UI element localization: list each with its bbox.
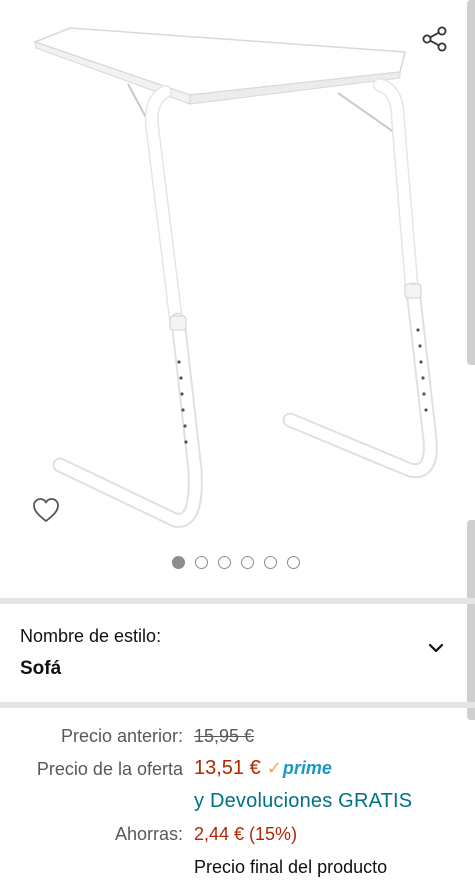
offer-price-value: 13,51 € xyxy=(194,757,261,779)
style-value: Sofá xyxy=(20,658,62,679)
carousel-dot[interactable] xyxy=(171,556,185,569)
section-divider xyxy=(0,702,475,708)
carousel-indicator xyxy=(0,556,475,572)
prime-badge: ✓ prime xyxy=(267,758,332,779)
offer-price-label: Precio de la oferta xyxy=(36,759,183,779)
previous-price-value: 15,95 € xyxy=(194,726,255,746)
style-selector[interactable]: Nombre de estilo: Sofá xyxy=(0,604,475,702)
carousel-dot[interactable] xyxy=(194,556,208,569)
carousel-dot[interactable] xyxy=(240,556,254,569)
scrollbar-thumb[interactable] xyxy=(467,0,475,365)
prime-check-icon: ✓ xyxy=(266,758,282,778)
share-icon xyxy=(422,26,447,52)
final-price-note: Precio final del producto xyxy=(194,857,388,877)
share-button[interactable] xyxy=(418,22,452,56)
product-image[interactable] xyxy=(0,0,475,545)
savings-value: 2,44 € (15%) xyxy=(194,824,298,844)
prime-label: prime xyxy=(282,758,332,778)
previous-price-label: Precio anterior: xyxy=(60,726,183,746)
chevron-down-icon[interactable] xyxy=(424,636,448,660)
carousel-dot[interactable] xyxy=(286,556,300,569)
free-returns-link[interactable]: y Devoluciones GRATIS xyxy=(194,790,412,813)
carousel-dot[interactable] xyxy=(217,556,231,569)
carousel-dot[interactable] xyxy=(263,556,277,569)
product-image-gallery[interactable] xyxy=(0,0,475,545)
heart-icon xyxy=(33,498,59,522)
wishlist-button[interactable] xyxy=(28,492,64,528)
savings-label: Ahorras: xyxy=(114,824,183,844)
style-label: Nombre de estilo: xyxy=(20,626,162,646)
